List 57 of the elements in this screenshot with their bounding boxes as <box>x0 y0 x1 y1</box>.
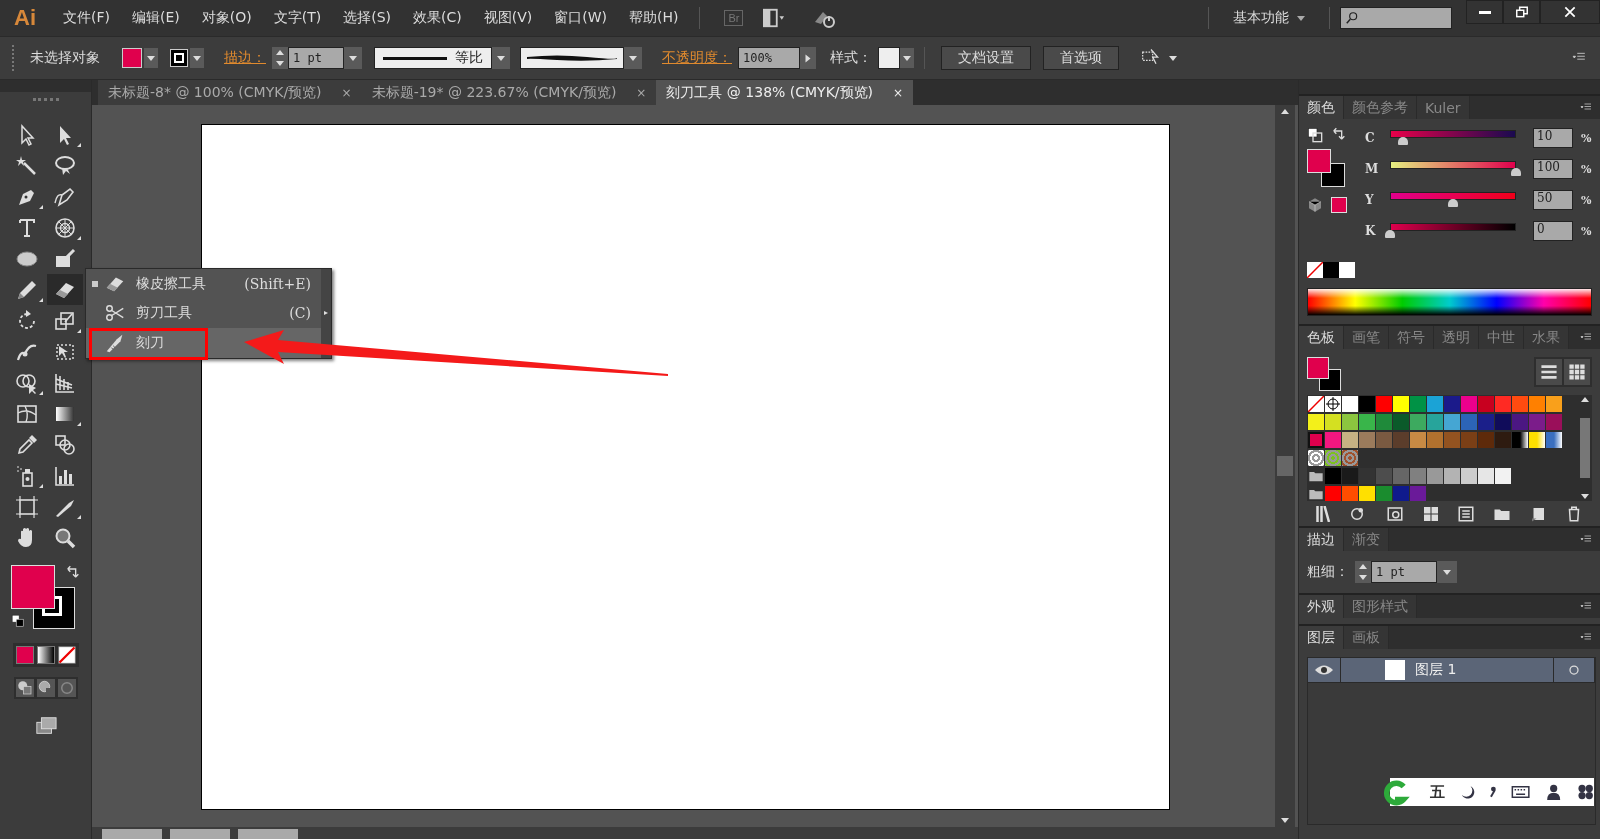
panel-tab[interactable]: 渐变 <box>1344 528 1389 551</box>
opacity-link[interactable]: 不透明度： <box>662 49 732 67</box>
panel-tab[interactable]: 水果 <box>1524 326 1569 349</box>
opacity-field[interactable]: 100% <box>738 47 800 69</box>
percent-unit: % <box>1581 131 1592 145</box>
stroke-profile-field[interactable]: 等比 <box>374 47 492 69</box>
panel-tab[interactable]: 图层 <box>1299 626 1344 649</box>
layer-row[interactable]: 图层 1 <box>1308 658 1595 683</box>
style-label: 样式： <box>830 49 872 67</box>
channel-value-field[interactable]: 0 <box>1533 221 1573 241</box>
percent-unit: % <box>1581 224 1592 238</box>
menu-item[interactable]: 文件(F) <box>52 9 121 27</box>
weight-field[interactable]: 1 pt <box>1371 561 1437 583</box>
channel-label: M <box>1365 162 1377 176</box>
channel-label: C <box>1365 131 1376 145</box>
selection-status: 未选择对象 <box>30 49 100 67</box>
document-tab[interactable]: 未标题-8* @ 100% (CMYK/预览) × <box>98 80 362 105</box>
app-logo: Ai <box>13 5 37 31</box>
panel-tab[interactable]: 颜色 <box>1299 96 1344 119</box>
menu-item[interactable]: 编辑(E) <box>121 9 191 27</box>
channel-label: Y <box>1365 193 1375 207</box>
channel-label: K <box>1365 224 1377 238</box>
menu-item[interactable]: 窗口(W) <box>543 9 618 27</box>
percent-unit: % <box>1581 193 1592 207</box>
panel-tab[interactable]: 描边 <box>1299 528 1344 551</box>
panel-tab[interactable]: 符号 <box>1389 326 1434 349</box>
menu-item[interactable]: 效果(C) <box>402 9 473 27</box>
menu-item[interactable]: 视图(V) <box>472 9 544 27</box>
percent-unit: % <box>1581 162 1592 176</box>
menu-item[interactable]: 剪刀工具 (C) <box>86 298 321 328</box>
toolbar-button[interactable]: 文档设置 <box>941 46 1031 70</box>
panel-tab[interactable]: 中世 <box>1479 326 1524 349</box>
toolbar-button[interactable]: 首选项 <box>1043 46 1119 70</box>
workspace-label[interactable]: 基本功能 <box>1233 9 1289 27</box>
document-tab[interactable]: 刻刀工具 @ 138% (CMYK/预览) × <box>656 80 914 105</box>
channel-value-field[interactable]: 10 <box>1533 128 1573 148</box>
input-mode[interactable]: 五 <box>1430 782 1445 802</box>
menu-item[interactable]: 对象(O) <box>190 9 263 27</box>
stroke-link[interactable]: 描边： <box>224 49 266 67</box>
layer-name: 图层 1 <box>1415 661 1458 679</box>
menu-item[interactable]: 文字(T) <box>262 9 333 27</box>
channel-value-field[interactable]: 100 <box>1533 159 1573 179</box>
stroke-weight-field[interactable]: 1 pt <box>288 47 344 69</box>
panel-tab[interactable]: 透明 <box>1434 326 1479 349</box>
menu-item[interactable]: 帮助(H) <box>618 9 690 27</box>
panel-tab[interactable]: 画板 <box>1344 626 1389 649</box>
panel-tab[interactable]: 外观 <box>1299 595 1344 618</box>
panel-tab[interactable]: Kuler <box>1417 96 1470 119</box>
channel-value-field[interactable]: 50 <box>1533 190 1573 210</box>
document-tab[interactable]: 未标题-19* @ 223.67% (CMYK/预览) × <box>361 80 657 105</box>
panel-tab[interactable]: 颜色参考 <box>1344 96 1417 119</box>
panel-tab[interactable]: 色板 <box>1299 326 1344 349</box>
menu-item[interactable]: 选择(S) <box>332 9 402 27</box>
panel-tab[interactable]: 画笔 <box>1344 326 1389 349</box>
menu-item[interactable]: 橡皮擦工具 (Shift+E) <box>86 269 321 299</box>
weight-label: 粗细： <box>1307 563 1349 581</box>
panel-tab[interactable]: 图形样式 <box>1344 595 1417 618</box>
